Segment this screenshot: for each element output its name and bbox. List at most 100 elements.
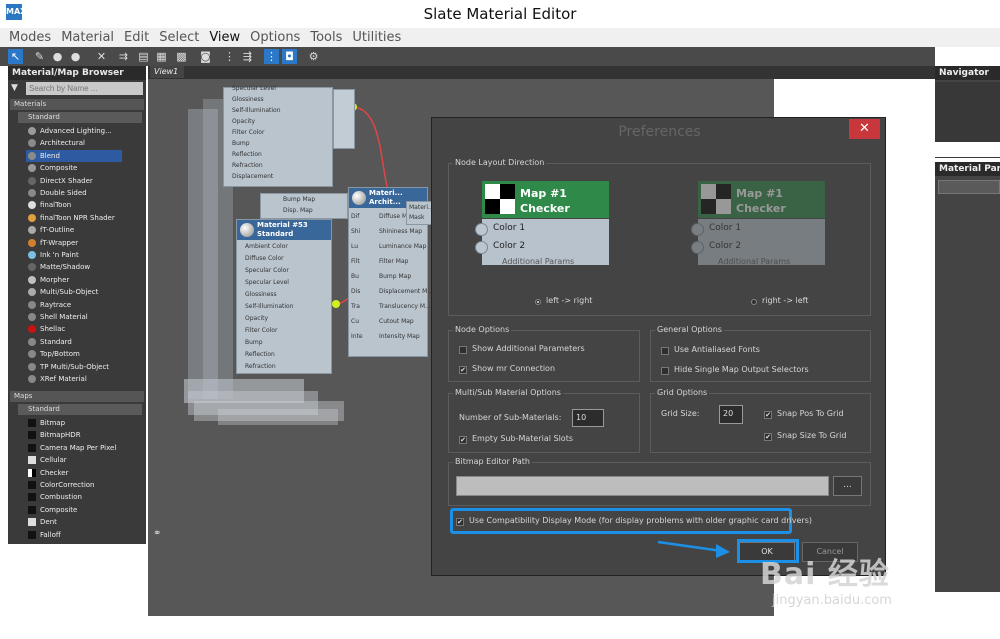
materials-section-header[interactable]: Materials xyxy=(10,99,144,110)
compat-checkbox[interactable]: ✔ xyxy=(456,518,464,526)
preview-left-to-right: Map #1 Checker Color 1 Color 2 Additional… xyxy=(475,181,609,266)
layout-vertical-icon[interactable]: ⋮ xyxy=(222,49,237,64)
delete-icon[interactable]: ✕ xyxy=(94,49,109,64)
material-parameter-field[interactable] xyxy=(938,180,1000,194)
dropdown-icon[interactable]: ▼ xyxy=(11,83,18,93)
material-item[interactable]: Architectural xyxy=(26,137,122,149)
put-material-icon[interactable]: ● xyxy=(68,49,83,64)
material-item[interactable]: Advanced Lighting... xyxy=(26,125,122,137)
map-item[interactable]: Bitmap xyxy=(26,417,122,429)
menu-material[interactable]: Material xyxy=(61,28,114,47)
material-item[interactable]: fT-Outline xyxy=(26,224,122,236)
node-row: Specular Level xyxy=(232,85,276,92)
material-item[interactable]: Double Sided xyxy=(26,187,122,199)
snap-size-checkbox[interactable]: ✔ xyxy=(764,433,772,441)
select-tool-icon[interactable]: ↖ xyxy=(8,49,23,64)
map-item-label: Combustion xyxy=(40,493,82,502)
grid-size-input[interactable]: 20 xyxy=(719,405,743,424)
material-sphere-icon xyxy=(240,223,254,237)
material-item-label: Advanced Lighting... xyxy=(40,127,112,135)
material-item[interactable]: DirectX Shader xyxy=(26,175,122,187)
node-bump-disp[interactable]: Bump Map Disp. Map xyxy=(260,193,348,219)
snap-pos-checkbox[interactable]: ✔ xyxy=(764,411,772,419)
material-item[interactable]: Shell Material xyxy=(26,311,122,323)
material-id-icon[interactable]: ◘ xyxy=(282,49,297,64)
move-children-icon[interactable]: ⇉ xyxy=(116,49,131,64)
material-item[interactable]: XRef Material xyxy=(26,373,122,385)
map-item[interactable]: Cellular xyxy=(26,454,122,466)
menu-view[interactable]: View xyxy=(209,28,240,47)
map-item[interactable]: ColorCorrection xyxy=(26,479,122,491)
material-item[interactable]: Blend xyxy=(26,149,122,162)
material-item[interactable]: Raytrace xyxy=(26,299,122,311)
empty-slots-checkbox[interactable]: ✔ xyxy=(459,436,467,444)
map-swatch-icon xyxy=(28,443,36,452)
map-item[interactable]: Camera Map Per Pixel xyxy=(26,442,122,454)
map-item[interactable]: Combustion xyxy=(26,491,122,503)
menu-utilities[interactable]: Utilities xyxy=(352,28,401,47)
material-item[interactable]: Standard xyxy=(26,336,122,348)
menu-select[interactable]: Select xyxy=(159,28,199,47)
material-item[interactable]: Matte/Shadow xyxy=(26,261,122,273)
material-swatch-icon xyxy=(28,127,36,135)
material-item[interactable]: Morpher xyxy=(26,274,122,286)
assign-material-icon[interactable]: ● xyxy=(50,49,65,64)
material-item[interactable]: Shellac xyxy=(26,323,122,335)
preview-body: Color 1 Color 2 Additional Params xyxy=(475,219,609,266)
show-map-icon[interactable]: ▦ xyxy=(154,49,169,64)
material-item[interactable]: finalToon xyxy=(26,199,122,211)
num-submaterials-input[interactable]: 10 xyxy=(572,409,604,427)
browser-search-input[interactable] xyxy=(26,82,143,95)
architectural-title: Materi... xyxy=(369,189,403,197)
map-item[interactable]: Checker xyxy=(26,467,122,479)
material-item[interactable]: Composite xyxy=(26,162,122,174)
material-item[interactable]: Multi/Sub-Object xyxy=(26,286,122,298)
node-info-icon[interactable]: ⚙ xyxy=(306,49,321,64)
hide-unused-icon[interactable]: ▤ xyxy=(136,49,151,64)
browse-button[interactable]: ... xyxy=(833,476,862,496)
antialiased-checkbox[interactable] xyxy=(661,347,669,355)
menu-modes[interactable]: Modes xyxy=(9,28,51,47)
materials-standard-header[interactable]: Standard xyxy=(18,112,142,123)
node-row: Dif xyxy=(351,213,360,220)
material-item-label: Raytrace xyxy=(40,300,72,309)
map-item[interactable]: Dent xyxy=(26,516,122,528)
material-item[interactable]: fT-Wrapper xyxy=(26,237,122,249)
eyedropper-icon[interactable]: ✎ xyxy=(32,49,47,64)
port-mid[interactable] xyxy=(332,300,340,308)
checker-icon xyxy=(485,184,516,215)
tab-view1[interactable]: View1 xyxy=(150,66,184,78)
layout-children-icon[interactable]: ⇶ xyxy=(240,49,255,64)
node-right-partial[interactable]: Materi... Mask xyxy=(406,201,434,225)
preview-map-type: Checker xyxy=(520,202,570,215)
material-item[interactable]: finalToon NPR Shader xyxy=(26,212,122,224)
radio-left-to-right[interactable] xyxy=(535,299,541,305)
menu-tools[interactable]: Tools xyxy=(310,28,342,47)
show-mr-checkbox[interactable]: ✔ xyxy=(459,366,467,374)
node-material-53[interactable]: Material #53 Standard Ambient Color Diffu… xyxy=(236,219,332,374)
close-button[interactable]: ✕ xyxy=(849,119,880,139)
node-options-group: Node Options Show Additional Parameters … xyxy=(448,324,640,382)
menu-options[interactable]: Options xyxy=(250,28,300,47)
show-additional-checkbox[interactable] xyxy=(459,346,467,354)
preview-icon[interactable]: ◙ xyxy=(198,49,213,64)
map-item[interactable]: Composite xyxy=(26,504,122,516)
binoculars-icon[interactable]: ⚭ xyxy=(153,528,161,539)
hide-selectors-checkbox[interactable] xyxy=(661,367,669,375)
material-item[interactable]: Top/Bottom xyxy=(26,348,122,360)
map-item[interactable]: BitmapHDR xyxy=(26,429,122,441)
show-background-icon[interactable]: ▩ xyxy=(174,49,189,64)
maps-standard-header[interactable]: Standard xyxy=(18,404,142,415)
left-to-right-label: left -> right xyxy=(546,296,593,305)
material-item-label: Shellac xyxy=(40,325,66,334)
material-item[interactable]: Ink 'n Paint xyxy=(26,249,122,261)
material-item[interactable]: TP Multi/Sub-Object xyxy=(26,361,122,373)
map-item[interactable]: Falloff xyxy=(26,529,122,541)
radio-right-to-left[interactable] xyxy=(751,299,757,305)
bitmap-path-input[interactable] xyxy=(456,476,829,496)
layout-all-icon[interactable]: ⋮ xyxy=(264,49,279,64)
pointer-arrow-icon xyxy=(657,540,730,558)
menu-edit[interactable]: Edit xyxy=(124,28,149,47)
maps-section-header[interactable]: Maps xyxy=(10,391,144,402)
node-top-standard[interactable]: Specular Level Glossiness Self-Illuminatio… xyxy=(223,85,333,187)
